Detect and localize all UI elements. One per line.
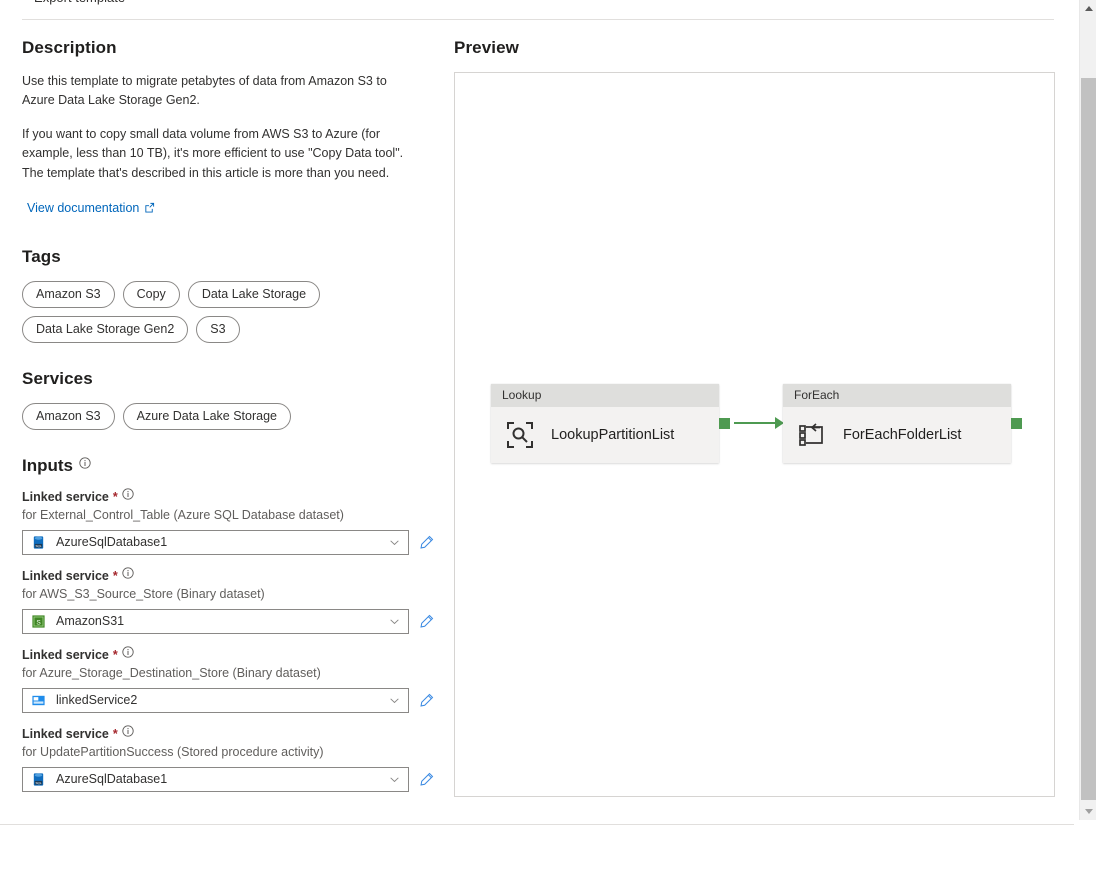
view-documentation-link[interactable]: View documentation xyxy=(27,201,155,215)
svg-text:SQL: SQL xyxy=(35,544,41,548)
chevron-down-icon[interactable] xyxy=(389,774,400,785)
left-panel: Description Use this template to migrate… xyxy=(22,38,434,805)
template-detail-page: ▸ Export template Description Use this t… xyxy=(0,0,1096,872)
linked-service-field: Linked service * for Azure_Storage_Desti… xyxy=(22,647,434,713)
linked-service-value: AzureSqlDatabase1 xyxy=(56,535,389,549)
linked-service-label: Linked service xyxy=(22,489,109,505)
linked-service-label: Linked service xyxy=(22,726,109,742)
info-icon[interactable] xyxy=(122,488,134,500)
info-icon[interactable] xyxy=(122,646,134,658)
pipeline-canvas[interactable]: Lookup LookupPartitionList xyxy=(454,72,1055,797)
node-output-port[interactable] xyxy=(1011,418,1022,429)
inputs-heading: Inputs xyxy=(22,456,434,476)
activity-type-label: Lookup xyxy=(491,384,719,407)
tag-pill[interactable]: Copy xyxy=(123,281,180,308)
services-list: Amazon S3 Azure Data Lake Storage xyxy=(22,403,434,430)
required-marker: * xyxy=(113,489,118,505)
pipeline-edge xyxy=(734,422,778,424)
required-marker: * xyxy=(113,726,118,742)
external-link-icon xyxy=(144,202,155,213)
svg-text:SQL: SQL xyxy=(35,781,41,785)
tag-pill[interactable]: Data Lake Storage Gen2 xyxy=(22,316,188,343)
azure-sql-database-icon: SQL xyxy=(31,535,46,550)
preview-title: Preview xyxy=(454,38,1055,58)
pencil-icon[interactable] xyxy=(419,614,434,629)
description-paragraph-2: If you want to copy small data volume fr… xyxy=(22,125,414,183)
info-icon[interactable] xyxy=(122,725,134,737)
linked-service-label: Linked service xyxy=(22,647,109,663)
scroll-down-icon[interactable] xyxy=(1080,803,1096,820)
linked-service-dropdown[interactable]: SQL AzureSqlDatabase1 xyxy=(22,767,409,792)
services-title: Services xyxy=(22,369,434,389)
activity-body: LookupPartitionList xyxy=(491,407,719,463)
export-template-row: ▸ Export template xyxy=(0,0,1074,19)
tag-pill[interactable]: Amazon S3 xyxy=(22,281,115,308)
chevron-down-icon[interactable] xyxy=(389,537,400,548)
linked-service-sublabel: for UpdatePartitionSuccess (Stored proce… xyxy=(22,744,434,760)
linked-service-label-row: Linked service * xyxy=(22,489,434,505)
linked-service-select-row: SQL AzureSqlDatabase1 xyxy=(22,767,434,792)
service-pill[interactable]: Amazon S3 xyxy=(22,403,115,430)
linked-service-field: Linked service * for External_Control_Ta… xyxy=(22,489,434,555)
pencil-icon[interactable] xyxy=(419,693,434,708)
linked-service-dropdown[interactable]: SQL AzureSqlDatabase1 xyxy=(22,530,409,555)
linked-service-field: Linked service * for UpdatePartitionSucc… xyxy=(22,726,434,792)
inputs-title: Inputs xyxy=(22,456,73,476)
linked-service-select-row: linkedService2 xyxy=(22,688,434,713)
required-marker: * xyxy=(113,568,118,584)
linked-service-label-row: Linked service * xyxy=(22,647,434,663)
linked-service-sublabel: for External_Control_Table (Azure SQL Da… xyxy=(22,507,434,523)
export-template-label: Export template xyxy=(34,0,125,5)
service-pill[interactable]: Azure Data Lake Storage xyxy=(123,403,291,430)
activity-node-foreach[interactable]: ForEach ForEachFold xyxy=(783,384,1011,463)
scroll-up-icon[interactable] xyxy=(1080,0,1096,17)
lookup-activity-icon xyxy=(505,420,535,450)
linked-service-select-row: SQL AzureSqlDatabase1 xyxy=(22,530,434,555)
foreach-activity-icon xyxy=(797,420,827,450)
required-marker: * xyxy=(113,647,118,663)
linked-service-label-row: Linked service * xyxy=(22,726,434,742)
info-icon[interactable] xyxy=(79,457,91,469)
preview-panel: Preview Lookup xyxy=(454,38,1055,797)
svg-text:S: S xyxy=(36,619,41,626)
activity-body: ForEachFolderList xyxy=(783,407,1011,463)
export-template-link[interactable]: ▸ Export template xyxy=(22,0,125,5)
tag-pill[interactable]: S3 xyxy=(196,316,239,343)
description-paragraph-1: Use this template to migrate petabytes o… xyxy=(22,72,414,111)
linked-service-value: AzureSqlDatabase1 xyxy=(56,772,389,786)
linked-service-value: linkedService2 xyxy=(56,693,389,707)
scrollbar-thumb[interactable] xyxy=(1081,78,1096,800)
linked-service-label: Linked service xyxy=(22,568,109,584)
chevron-down-icon[interactable] xyxy=(389,616,400,627)
tags-title: Tags xyxy=(22,247,434,267)
activity-name: LookupPartitionList xyxy=(551,427,674,443)
chevron-right-icon: ▸ xyxy=(22,0,27,3)
vertical-scrollbar[interactable] xyxy=(1079,0,1096,820)
linked-service-dropdown[interactable]: S AmazonS31 xyxy=(22,609,409,634)
pencil-icon[interactable] xyxy=(419,772,434,787)
footer-bar: Use this template Back Cancel xyxy=(0,825,1074,872)
azure-sql-database-icon: SQL xyxy=(31,772,46,787)
description-title: Description xyxy=(22,38,434,58)
tag-pill[interactable]: Data Lake Storage xyxy=(188,281,320,308)
pencil-icon[interactable] xyxy=(419,535,434,550)
linked-service-label-row: Linked service * xyxy=(22,568,434,584)
azure-blob-storage-icon xyxy=(31,693,46,708)
node-output-port[interactable] xyxy=(719,418,730,429)
linked-service-field: Linked service * for AWS_S3_Source_Store… xyxy=(22,568,434,634)
activity-type-label: ForEach xyxy=(783,384,1011,407)
linked-service-sublabel: for Azure_Storage_Destination_Store (Bin… xyxy=(22,665,434,681)
activity-node-lookup[interactable]: Lookup LookupPartitionList xyxy=(491,384,719,463)
linked-service-dropdown[interactable]: linkedService2 xyxy=(22,688,409,713)
top-divider xyxy=(22,19,1054,20)
view-documentation-label: View documentation xyxy=(27,201,139,215)
linked-service-select-row: S AmazonS31 xyxy=(22,609,434,634)
chevron-down-icon[interactable] xyxy=(389,695,400,706)
activity-name: ForEachFolderList xyxy=(843,427,961,443)
linked-service-value: AmazonS31 xyxy=(56,614,389,628)
tags-list: Amazon S3 Copy Data Lake Storage Data La… xyxy=(22,281,434,343)
info-icon[interactable] xyxy=(122,567,134,579)
amazon-s3-icon: S xyxy=(31,614,46,629)
linked-service-sublabel: for AWS_S3_Source_Store (Binary dataset) xyxy=(22,586,434,602)
